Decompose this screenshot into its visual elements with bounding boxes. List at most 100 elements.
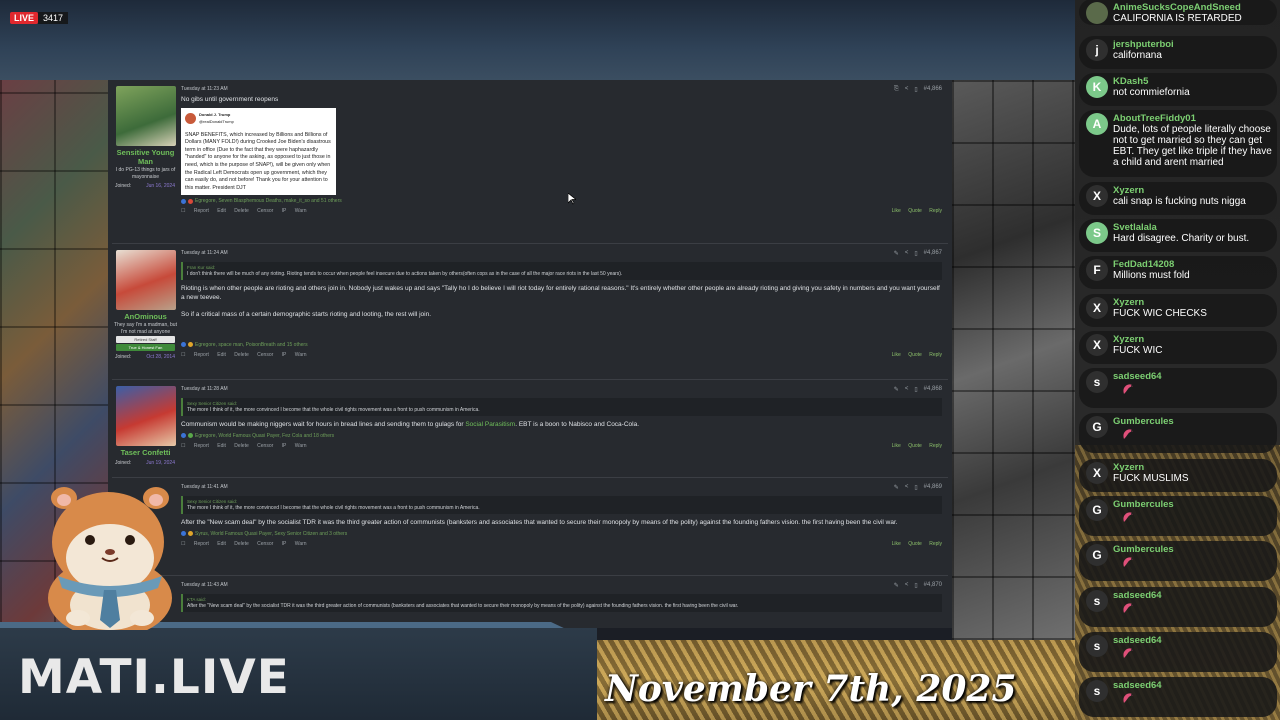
chat-username[interactable]: sadseed64 <box>1113 680 1162 691</box>
chat-username[interactable]: Xyzern <box>1113 462 1144 473</box>
chat-username[interactable]: Xyzern <box>1113 185 1144 196</box>
ip-button[interactable]: IP <box>282 352 287 358</box>
post-timestamp[interactable]: Tuesday at 11:41 AM <box>181 484 228 490</box>
like-button[interactable]: Like <box>892 541 901 547</box>
reaction-summary[interactable]: Egregore, World Famous Quasi Payer, Fez … <box>181 433 942 439</box>
warn-button[interactable]: Warn <box>295 208 307 214</box>
chat-avatar[interactable]: X <box>1086 334 1108 356</box>
chat-username[interactable]: Xyzern <box>1113 297 1144 308</box>
like-button[interactable]: Like <box>892 443 901 449</box>
like-button[interactable]: Like <box>892 352 901 358</box>
chat-avatar[interactable]: s <box>1086 635 1108 657</box>
username[interactable]: AnOminous <box>112 312 179 321</box>
post-timestamp[interactable]: Tuesday at 11:24 AM <box>181 250 228 256</box>
report-button[interactable]: Report <box>194 541 209 547</box>
bookmark-icon[interactable]: ▯ <box>914 386 917 393</box>
post-timestamp[interactable]: Tuesday at 11:23 AM <box>181 86 228 92</box>
chat-avatar[interactable]: s <box>1086 371 1108 393</box>
chat-username[interactable]: Gumbercules <box>1113 499 1174 510</box>
bookmark-icon[interactable]: ▯ <box>914 484 917 491</box>
post-timestamp[interactable]: Tuesday at 11:43 AM <box>181 582 228 588</box>
chat-avatar[interactable]: j <box>1086 39 1108 61</box>
username[interactable]: Sensitive Young Man <box>112 148 179 166</box>
chat-username[interactable]: KDash5 <box>1113 76 1148 87</box>
chat-username[interactable]: FedDad14208 <box>1113 259 1174 270</box>
report-button[interactable]: Report <box>194 208 209 214</box>
post-number[interactable]: #4,868 <box>924 386 942 393</box>
reaction-summary[interactable]: Syrus, World Famous Quasi Payer, Sexy Se… <box>181 531 942 537</box>
reaction-summary[interactable]: Egregore, Seven Blasphemous Deaths, make… <box>181 198 942 204</box>
edit-button[interactable]: Edit <box>217 352 226 358</box>
edit-button[interactable]: Edit <box>217 541 226 547</box>
bookmark-icon[interactable]: ▯ <box>914 582 917 589</box>
chat-avatar[interactable]: X <box>1086 462 1108 484</box>
share-icon[interactable]: < <box>905 582 909 589</box>
post-timestamp[interactable]: Tuesday at 11:28 AM <box>181 386 228 392</box>
select-checkbox[interactable]: ☐ <box>181 208 185 214</box>
chat-username[interactable]: sadseed64 <box>1113 635 1162 646</box>
share-icon[interactable]: < <box>905 484 909 491</box>
reply-button[interactable]: Reply <box>929 541 942 547</box>
quote-button[interactable]: Quote <box>908 541 922 547</box>
post-number[interactable]: #4,867 <box>924 250 942 257</box>
chat-avatar[interactable]: A <box>1086 113 1108 135</box>
post-number[interactable]: #4,870 <box>924 582 942 589</box>
quote-author[interactable]: Sexy Senior Citizen said: <box>187 400 938 407</box>
edit-button[interactable]: Edit <box>217 208 226 214</box>
share-icon[interactable]: < <box>905 250 909 257</box>
warn-button[interactable]: Warn <box>295 352 307 358</box>
censor-button[interactable]: Censor <box>257 352 273 358</box>
chat-avatar[interactable] <box>1086 2 1108 24</box>
bookmark-icon[interactable]: ▯ <box>914 86 917 93</box>
report-button[interactable]: Report <box>194 443 209 449</box>
chat-username[interactable]: AnimeSucksCopeAndSneed <box>1113 2 1241 13</box>
quote-author[interactable]: KTA said: <box>187 596 938 603</box>
quote-button[interactable]: Quote <box>908 208 922 214</box>
chat-avatar[interactable]: X <box>1086 185 1108 207</box>
bookmark-icon[interactable]: ⎘ <box>894 86 899 93</box>
censor-button[interactable]: Censor <box>257 208 273 214</box>
chat-avatar[interactable]: S <box>1086 222 1108 244</box>
username[interactable]: Taser Confetti <box>112 448 179 457</box>
delete-button[interactable]: Delete <box>234 541 248 547</box>
reply-button[interactable]: Reply <box>929 208 942 214</box>
select-checkbox[interactable]: ☐ <box>181 352 185 358</box>
chat-avatar[interactable]: X <box>1086 297 1108 319</box>
delete-button[interactable]: Delete <box>234 352 248 358</box>
tag-link[interactable]: Social Parasitism <box>465 421 515 428</box>
chat-avatar[interactable]: K <box>1086 76 1108 98</box>
quote-button[interactable]: Quote <box>908 352 922 358</box>
censor-button[interactable]: Censor <box>257 443 273 449</box>
ip-button[interactable]: IP <box>282 443 287 449</box>
share-icon[interactable]: < <box>905 386 909 393</box>
like-button[interactable]: Like <box>892 208 901 214</box>
reply-button[interactable]: Reply <box>929 352 942 358</box>
delete-button[interactable]: Delete <box>234 208 248 214</box>
chat-avatar[interactable]: G <box>1086 499 1108 521</box>
warn-button[interactable]: Warn <box>295 443 307 449</box>
report-button[interactable]: Report <box>194 352 209 358</box>
edit-icon[interactable]: ✎ <box>894 250 899 257</box>
warn-button[interactable]: Warn <box>295 541 307 547</box>
edit-icon[interactable]: ✎ <box>894 386 899 393</box>
chat-username[interactable]: Xyzern <box>1113 334 1144 345</box>
ip-button[interactable]: IP <box>282 208 287 214</box>
chat-avatar[interactable]: G <box>1086 544 1108 566</box>
chat-username[interactable]: AboutTreeFiddy01 <box>1113 113 1196 124</box>
chat-username[interactable]: Gumbercules <box>1113 544 1174 555</box>
embedded-tweet[interactable]: Donald J. Trump @realDonaldTrump SNAP BEN… <box>181 107 336 196</box>
avatar[interactable] <box>115 250 176 310</box>
quote-author[interactable]: Fran Kur said: <box>187 264 938 271</box>
quote-author[interactable]: Sexy Senior Citizen said: <box>187 498 938 505</box>
edit-icon[interactable]: ✎ <box>894 582 899 589</box>
avatar[interactable] <box>115 86 176 146</box>
bookmark-icon[interactable]: ▯ <box>914 250 917 257</box>
delete-button[interactable]: Delete <box>234 443 248 449</box>
reply-button[interactable]: Reply <box>929 443 942 449</box>
chat-username[interactable]: jershputerboi <box>1113 39 1174 50</box>
chat-avatar[interactable]: F <box>1086 259 1108 281</box>
post-number[interactable]: #4,866 <box>924 86 942 93</box>
chat-username[interactable]: Gumbercules <box>1113 416 1174 427</box>
post-number[interactable]: #4,869 <box>924 484 942 491</box>
chat-username[interactable]: Svetlalala <box>1113 222 1157 233</box>
